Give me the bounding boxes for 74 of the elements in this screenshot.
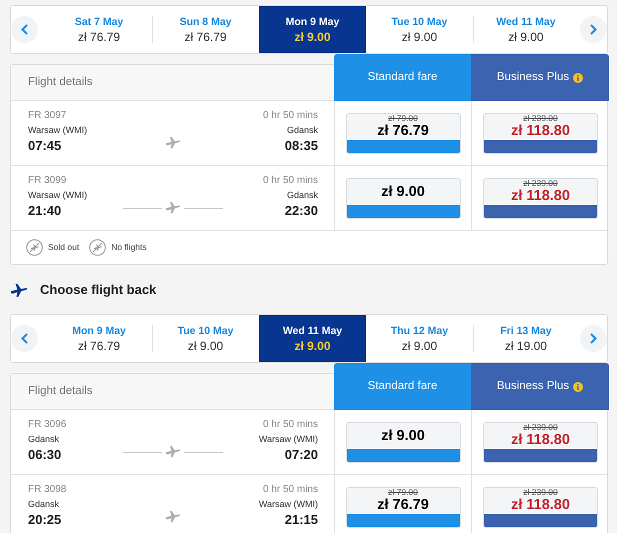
old-price: zł 79.00 (388, 114, 418, 123)
arrival-time: 08:35 (284, 137, 318, 155)
old-price: zł 79.00 (388, 488, 418, 497)
fare-price: zł 9.00 (381, 184, 425, 200)
fare-button[interactable]: zł 9.00 (346, 422, 460, 463)
fare-button[interactable]: zł 9.00 (346, 178, 460, 219)
fare-button[interactable]: zł 79.00 zł 76.79 (346, 113, 460, 154)
departure-time: 20:25 (28, 511, 62, 529)
arrival-city: Gdansk (286, 189, 318, 202)
flight-duration: 0 hr 50 mins (262, 483, 318, 497)
departure-city: Warsaw (WMI) (28, 124, 88, 137)
flight-duration: 0 hr 50 mins (262, 109, 318, 123)
old-price: zł 239.00 (523, 488, 558, 497)
fare-button[interactable]: zł 239.00 zł 118.80 (483, 422, 598, 463)
departure-time: 21:40 (28, 202, 62, 220)
no-flights-icon (89, 239, 106, 256)
column-header: Standard fare (334, 363, 471, 410)
date-tab[interactable]: Wed 11 May zł 9.00 (258, 315, 366, 362)
info-icon[interactable] (573, 382, 584, 392)
arrival-city: Gdansk (286, 124, 318, 137)
date-tab[interactable]: Mon 9 May zł 9.00 (258, 6, 366, 53)
arrival-time: 21:15 (284, 511, 318, 529)
column-label: Business Plus (496, 378, 570, 394)
fare-price: zł 118.80 (511, 188, 570, 205)
flight-number: FR 3097 (28, 109, 68, 123)
chevron-left-icon (21, 333, 28, 344)
legend-label: Sold out (48, 241, 80, 254)
chevron-right-icon (590, 24, 598, 35)
fare-price: zł 118.80 (511, 123, 570, 140)
fare-button[interactable]: zł 239.00 zł 118.80 (483, 487, 598, 528)
departure-time: 07:45 (28, 137, 62, 155)
sold-out-icon (26, 239, 43, 256)
column-label: Business Plus (496, 70, 570, 85)
fare-price: zł 76.79 (377, 123, 429, 140)
section-heading: Choose flight back (40, 281, 156, 300)
old-price: zł 239.00 (523, 114, 558, 123)
fare-button[interactable]: zł 79.00 zł 76.79 (346, 487, 460, 528)
old-price: zł 239.00 (523, 179, 558, 188)
column-header: Flight details (11, 65, 334, 101)
previous-button[interactable] (11, 16, 38, 43)
flight-duration: 0 hr 50 mins (262, 418, 318, 432)
fare-button[interactable]: zł 239.00 zł 118.80 (483, 113, 598, 154)
departure-city: Gdansk (28, 498, 60, 511)
plane-icon (10, 282, 28, 298)
fare-price: zł 118.80 (511, 497, 570, 514)
next-button[interactable] (580, 16, 607, 43)
plane-icon (165, 201, 181, 214)
arrival-time: 22:30 (284, 202, 318, 220)
legend-label: No flights (111, 241, 147, 254)
arrival-city: Warsaw (WMI) (258, 498, 318, 511)
chevron-left-icon (21, 24, 28, 35)
arrival-city: Warsaw (WMI) (258, 433, 318, 446)
fare-button[interactable]: zł 239.00 zł 118.80 (483, 178, 598, 219)
column-header: Standard fare (334, 54, 471, 101)
old-price: zł 239.00 (523, 423, 558, 432)
fare-price: zł 9.00 (381, 428, 425, 444)
chevron-right-icon (590, 333, 598, 344)
column-header: Flight details (11, 374, 334, 410)
departure-city: Gdansk (28, 433, 60, 446)
flight-number: FR 3099 (28, 174, 68, 188)
flight-number: FR 3096 (28, 418, 68, 432)
info-icon[interactable] (573, 72, 584, 82)
fare-price: zł 76.79 (377, 497, 429, 514)
departure-time: 06:30 (28, 446, 62, 464)
plane-icon (165, 136, 181, 150)
arrival-time: 07:20 (284, 446, 318, 464)
fare-price: zł 118.80 (511, 432, 570, 449)
flight-number: FR 3098 (28, 483, 68, 497)
plane-icon (165, 510, 181, 524)
previous-button[interactable] (11, 325, 38, 352)
next-button[interactable] (580, 325, 607, 352)
departure-city: Warsaw (WMI) (28, 189, 88, 202)
plane-icon (165, 445, 181, 458)
flight-duration: 0 hr 50 mins (262, 174, 318, 188)
